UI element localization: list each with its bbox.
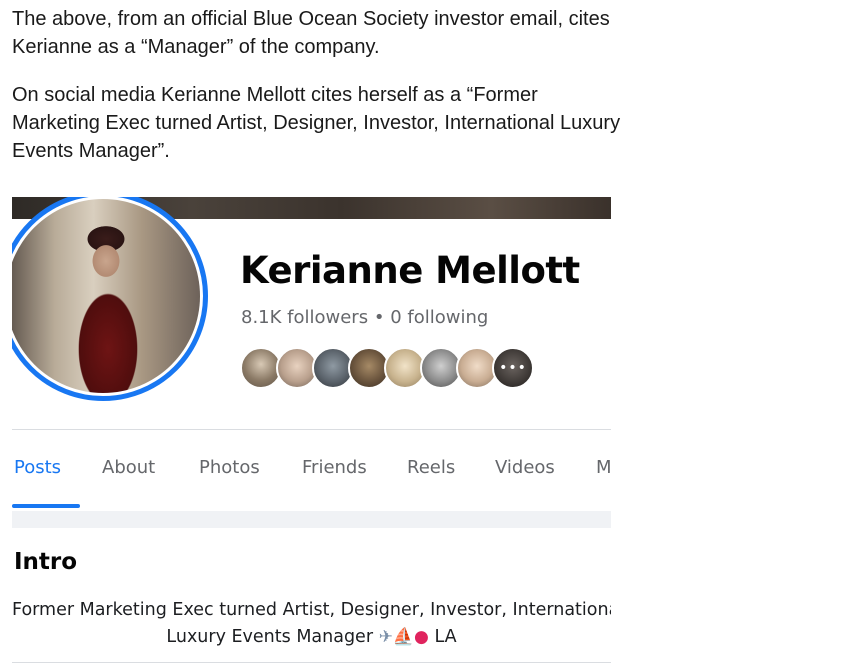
follow-stats: 8.1K followers • 0 following [241, 307, 488, 328]
bio-line-1: Former Marketing Exec turned Artist, Des… [12, 600, 611, 620]
facebook-profile-screenshot: Kerianne Mellott 8.1K followers • 0 foll… [12, 197, 611, 664]
profile-divider [12, 429, 611, 430]
bio-line-2-text: Luxury Events Manager [166, 627, 374, 647]
intro-divider [12, 662, 611, 663]
tab-videos[interactable]: Videos [495, 457, 555, 478]
active-tab-indicator [12, 504, 80, 508]
article-paragraph-2: On social media Kerianne Mellott cites h… [12, 84, 621, 162]
profile-name: Kerianne Mellott [240, 249, 580, 292]
profile-tabs: Posts About Photos Friends Reels Videos … [12, 449, 611, 509]
tab-more[interactable]: M [596, 457, 611, 478]
section-separator [12, 511, 611, 528]
bio-location: LA [434, 627, 457, 647]
profile-avatar[interactable] [12, 197, 208, 401]
more-friends-button[interactable]: ••• [492, 347, 534, 389]
tab-posts[interactable]: Posts [14, 457, 61, 478]
tab-photos[interactable]: Photos [199, 457, 260, 478]
more-icon: ••• [499, 360, 527, 376]
location-pin-icon: ● [414, 626, 429, 647]
profile-photo [12, 199, 200, 393]
intro-bio: Former Marketing Exec turned Artist, Des… [12, 597, 611, 651]
article-paragraph-1: The above, from an official Blue Ocean S… [12, 8, 610, 58]
following-count[interactable]: 0 following [390, 307, 488, 328]
followers-count[interactable]: 8.1K followers [241, 307, 368, 328]
airplane-icon: ✈ [378, 626, 393, 647]
stats-separator: • [373, 307, 385, 328]
tab-friends[interactable]: Friends [302, 457, 367, 478]
tab-reels[interactable]: Reels [407, 457, 455, 478]
yacht-icon: ⛵ [392, 626, 415, 647]
bio-line-2: Luxury Events Manager ✈⛵● LA [12, 624, 611, 651]
tab-about[interactable]: About [102, 457, 155, 478]
intro-heading: Intro [14, 549, 78, 575]
